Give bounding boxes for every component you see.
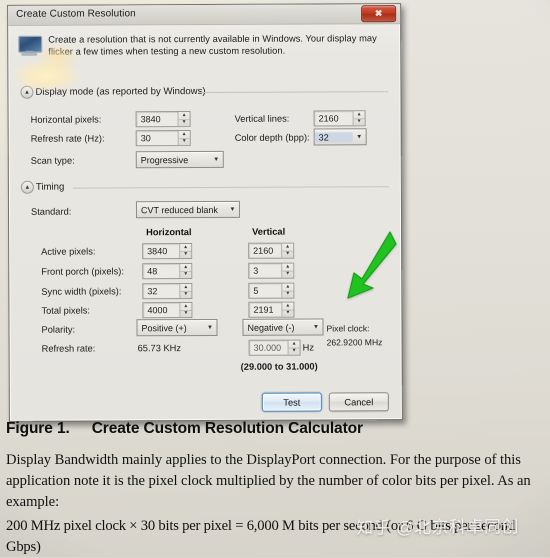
total-pixels-horizontal-stepper[interactable]: 4000 ▲ ▼ xyxy=(142,302,193,319)
close-icon[interactable]: ✖ xyxy=(361,5,397,23)
scan-type-dropdown[interactable]: Progressive ▼ xyxy=(135,150,224,169)
chevron-down-icon[interactable]: ▼ xyxy=(353,134,366,140)
spinner-arrows-icon[interactable]: ▲ ▼ xyxy=(281,302,294,317)
total-pixels-label: Total pixels: xyxy=(41,305,91,316)
vertical-lines-label: Vertical lines: xyxy=(234,113,290,124)
front-porch-label: Front porch (pixels): xyxy=(41,266,124,277)
group-separator xyxy=(198,91,389,94)
chevron-down-icon[interactable]: ▼ xyxy=(226,206,239,212)
front-porch-horizontal-stepper[interactable]: 48 ▲ ▼ xyxy=(142,263,193,280)
timing-refresh-rate-vertical-value: 30.000 xyxy=(253,342,282,353)
pixel-clock-label: Pixel clock: xyxy=(326,323,370,334)
active-pixels-horizontal-value: 3840 xyxy=(147,246,168,257)
vertical-column-header: Vertical xyxy=(252,226,286,237)
active-pixels-horizontal-stepper[interactable]: 3840 ▲ ▼ xyxy=(142,243,193,260)
refresh-rate-unit: Hz xyxy=(302,342,314,353)
refresh-rate-hz-stepper[interactable]: 30 ▲ ▼ xyxy=(135,130,191,147)
horizontal-pixels-label: Horizontal pixels: xyxy=(30,114,102,125)
horizontal-pixels-stepper[interactable]: 3840 ▲ ▼ xyxy=(135,111,191,128)
photographed-document-page: Create Custom Resolution ✖ Create a reso… xyxy=(0,0,550,557)
dialog-body: Create a resolution that is not currentl… xyxy=(8,24,402,422)
test-button[interactable]: Test xyxy=(261,392,322,412)
polarity-label: Polarity: xyxy=(41,324,76,335)
chevron-down-icon[interactable]: ▼ xyxy=(210,156,223,162)
chevron-down-icon[interactable]: ▼ xyxy=(203,324,216,330)
sync-width-label: Sync width (pixels): xyxy=(41,286,122,297)
dialog-title: Create Custom Resolution xyxy=(16,8,136,20)
front-porch-horizontal-value: 48 xyxy=(147,266,158,277)
display-mode-collapse-icon[interactable]: ▲ xyxy=(20,85,34,99)
horizontal-column-header: Horizontal xyxy=(146,227,192,238)
active-pixels-vertical-value: 2160 xyxy=(253,245,274,256)
color-depth-label: Color depth (bpp): xyxy=(234,132,310,143)
refresh-rate-hz-value: 30 xyxy=(140,133,151,144)
body-paragraph: Display Bandwidth mainly applies to the … xyxy=(6,452,531,510)
example-line-2: Gbps) xyxy=(6,539,41,555)
figure-caption: Figure 1. Create Custom Resolution Calcu… xyxy=(6,420,446,438)
horizontal-pixels-value: 3840 xyxy=(140,114,161,125)
timing-refresh-rate-label: Refresh rate: xyxy=(41,343,96,354)
standard-value: CVT reduced blank xyxy=(140,204,218,215)
timing-refresh-rate-vertical-stepper[interactable]: 30.000 ▲ ▼ xyxy=(248,339,301,356)
spinner-arrows-icon[interactable]: ▲ ▼ xyxy=(179,244,192,259)
sync-width-vertical-stepper[interactable]: 5 ▲ ▼ xyxy=(248,282,295,299)
timing-refresh-rate-horizontal-value: 65.73 KHz xyxy=(137,343,182,354)
green-arrow-pointing-to-pixel-clock xyxy=(347,231,397,299)
vertical-lines-value: 2160 xyxy=(318,113,339,124)
polarity-horizontal-value: Positive (+) xyxy=(141,322,187,333)
timing-header: Timing xyxy=(35,181,65,193)
vertical-lines-stepper[interactable]: 2160 ▲ ▼ xyxy=(313,110,366,127)
total-pixels-horizontal-value: 4000 xyxy=(147,305,168,316)
monitor-icon xyxy=(18,35,43,56)
info-banner-text: Create a resolution that is not currentl… xyxy=(48,33,377,57)
spinner-arrows-icon[interactable]: ▲ ▼ xyxy=(281,283,294,298)
figure-number: Figure 1. xyxy=(6,420,70,437)
figure-title: Create Custom Resolution Calculator xyxy=(91,420,363,437)
spinner-arrows-icon[interactable]: ▲ ▼ xyxy=(179,284,192,299)
sync-width-horizontal-stepper[interactable]: 32 ▲ ▼ xyxy=(142,283,193,300)
group-separator xyxy=(72,186,389,189)
total-pixels-vertical-value: 2191 xyxy=(253,304,274,315)
pixel-clock-value: 262.9200 MHz xyxy=(326,337,383,348)
front-porch-vertical-stepper[interactable]: 3 ▲ ▼ xyxy=(248,262,295,279)
timing-collapse-icon[interactable]: ▲ xyxy=(20,180,34,194)
color-depth-value: 32 xyxy=(314,131,353,143)
cancel-button[interactable]: Cancel xyxy=(328,392,389,412)
spinner-arrows-icon[interactable]: ▲ ▼ xyxy=(281,263,294,278)
polarity-vertical-dropdown[interactable]: Negative (-) ▼ xyxy=(242,318,324,336)
spinner-arrows-icon[interactable]: ▲ ▼ xyxy=(177,131,190,146)
polarity-horizontal-dropdown[interactable]: Positive (+) ▼ xyxy=(136,318,218,337)
zhihu-watermark: 知乎 @北京科卓同创 xyxy=(355,517,520,538)
chevron-down-icon[interactable]: ▼ xyxy=(309,324,322,330)
active-pixels-vertical-stepper[interactable]: 2160 ▲ ▼ xyxy=(248,242,295,259)
standard-label: Standard: xyxy=(30,206,72,217)
polarity-vertical-value: Negative (-) xyxy=(247,322,295,333)
spinner-arrows-icon[interactable]: ▲ ▼ xyxy=(352,111,365,126)
scan-type-value: Progressive xyxy=(140,154,189,165)
color-depth-dropdown[interactable]: 32 ▼ xyxy=(313,128,367,146)
spinner-arrows-icon[interactable]: ▲ ▼ xyxy=(281,243,294,258)
spinner-arrows-icon[interactable]: ▲ ▼ xyxy=(179,264,192,279)
active-pixels-label: Active pixels: xyxy=(41,246,96,257)
standard-dropdown[interactable]: CVT reduced blank ▼ xyxy=(135,200,241,219)
scan-type-label: Scan type: xyxy=(30,155,75,166)
total-pixels-vertical-stepper[interactable]: 2191 ▲ ▼ xyxy=(248,301,295,318)
front-porch-vertical-value: 3 xyxy=(253,265,259,276)
sync-width-horizontal-value: 32 xyxy=(147,286,158,297)
create-custom-resolution-dialog: Create Custom Resolution ✖ Create a reso… xyxy=(7,3,403,422)
dialog-title-bar: Create Custom Resolution ✖ xyxy=(8,4,401,26)
refresh-rate-hz-label: Refresh rate (Hz): xyxy=(30,133,105,144)
spinner-arrows-icon[interactable]: ▲ ▼ xyxy=(179,303,192,318)
info-banner: Create a resolution that is not currentl… xyxy=(18,32,386,70)
spinner-arrows-icon[interactable]: ▲ ▼ xyxy=(287,340,300,355)
refresh-rate-range: (29.000 to 31.000) xyxy=(240,361,318,372)
spinner-arrows-icon[interactable]: ▲ ▼ xyxy=(177,112,190,127)
sync-width-vertical-value: 5 xyxy=(253,285,259,296)
display-mode-header: Display mode (as reported by Windows) xyxy=(35,85,206,98)
